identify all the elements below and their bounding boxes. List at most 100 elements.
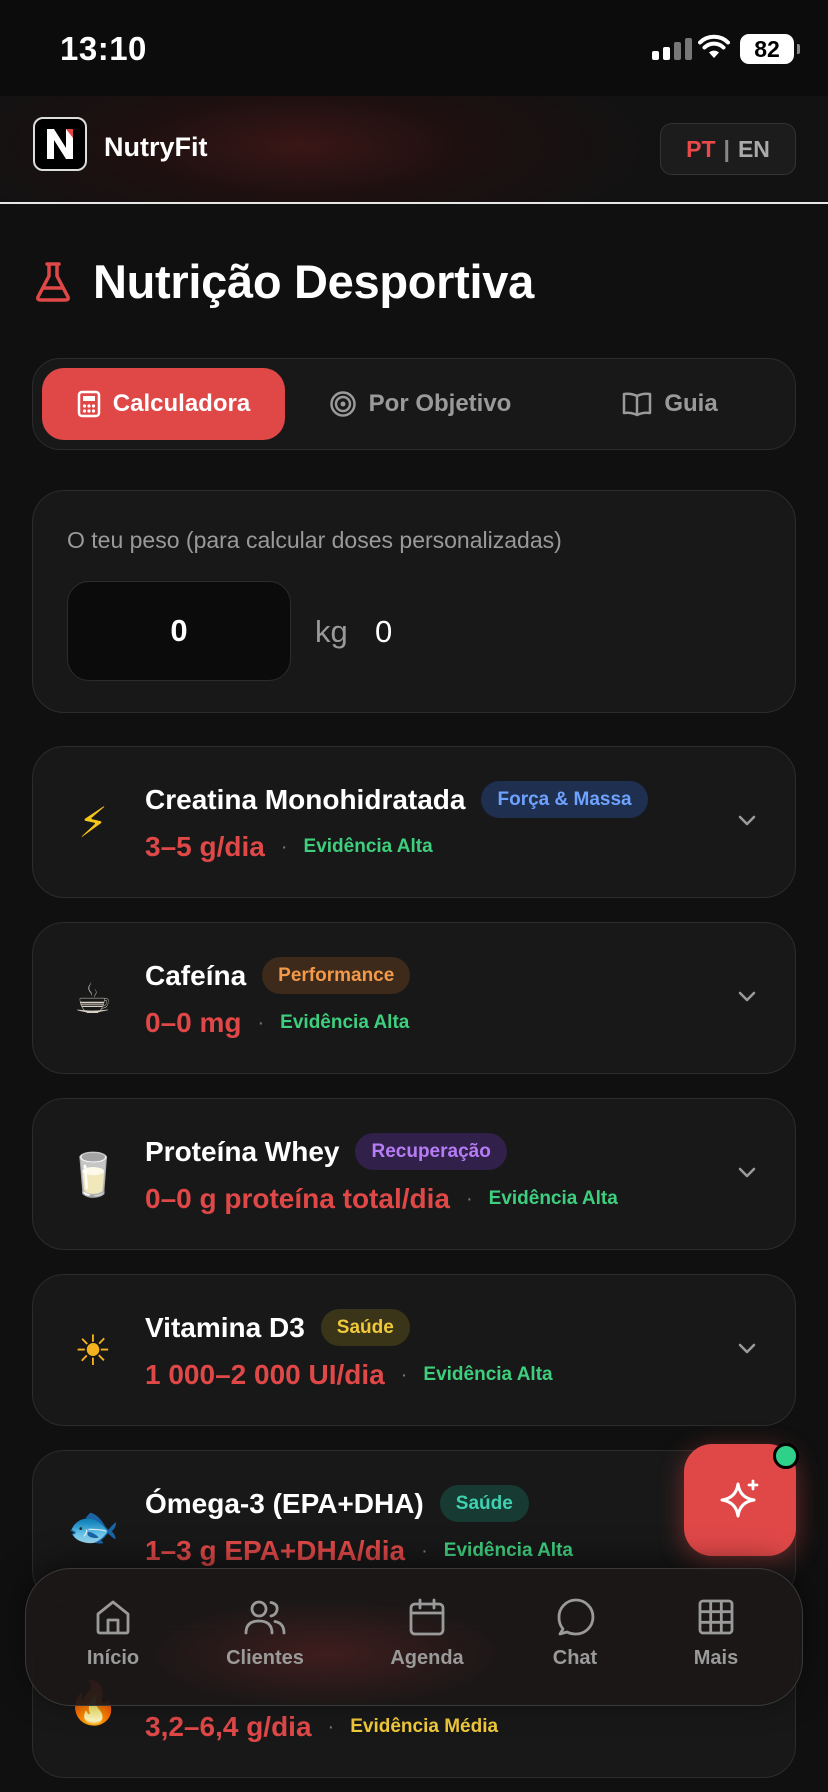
supplement-dose-row: 1 000–2 000 UI/dia · Evidência Alta — [145, 1359, 553, 1391]
supplement-title-row: Creatina Monohidratada Força & Massa — [145, 781, 648, 818]
nav-mais[interactable]: Mais — [651, 1597, 781, 1670]
separator-dot: · — [327, 1715, 335, 1738]
battery-indicator: 82 — [740, 34, 800, 64]
nav-label: Início — [86, 1647, 140, 1669]
supplement-card[interactable]: ☀ Vitamina D3 Saúde 1 000–2 000 UI/dia ·… — [32, 1274, 796, 1426]
bottom-navigation: Início Clientes Agenda Chat Mais — [25, 1568, 803, 1709]
app-logo[interactable] — [33, 117, 87, 171]
book-icon — [623, 392, 652, 417]
supplement-card[interactable]: 🥛 Proteína Whey Recuperação 0–0 g proteí… — [32, 1098, 796, 1250]
evidence-level: Evidência Alta — [488, 1188, 618, 1209]
lang-pt[interactable]: PT — [686, 136, 715, 163]
category-badge: Recuperação — [355, 1133, 507, 1170]
supplement-name: Proteína Whey — [145, 1135, 340, 1167]
supplement-title-row: Vitamina D3 Saúde — [145, 1309, 410, 1346]
evidence-level: Evidência Alta — [443, 1540, 573, 1561]
evidence-level: Evidência Alta — [423, 1364, 553, 1385]
dose: 1–3 g EPA+DHA/dia — [145, 1535, 406, 1566]
supplement-card[interactable]: ☕ Cafeína Performance 0–0 mg · Evidência… — [32, 922, 796, 1074]
separator-dot: · — [400, 1363, 408, 1386]
cellular-signal-icon — [652, 38, 692, 60]
home-icon — [96, 1600, 130, 1635]
category-badge: Saúde — [320, 1309, 410, 1346]
status-time: 13:10 — [60, 30, 147, 67]
dose: 0–0 g proteína total/dia — [145, 1183, 450, 1214]
app-screen: 13:10 82 NutryFit PT | EN Nutrição Despo… — [0, 0, 828, 1792]
weight-unit: kg — [315, 614, 348, 649]
logo-n-icon — [47, 129, 73, 159]
weight-computed-value: 0 — [375, 614, 393, 649]
separator-dot: · — [257, 1011, 265, 1034]
separator-dot: · — [421, 1539, 428, 1562]
app-header: NutryFit PT | EN — [0, 96, 828, 204]
nav-label: Clientes — [226, 1647, 304, 1669]
users-icon — [244, 1600, 286, 1635]
nav-clientes[interactable]: Clientes — [200, 1597, 330, 1670]
weight-input[interactable] — [67, 581, 291, 681]
evidence-level: Evidência Alta — [303, 836, 433, 857]
calculator-icon — [77, 390, 101, 418]
nav-label: Mais — [693, 1647, 739, 1669]
coffee-icon: ☕ — [74, 974, 112, 1023]
weight-label: O teu peso (para calcular doses personal… — [67, 527, 562, 553]
supplement-dose-row: 1–3 g EPA+DHA/dia · Evidência Alta — [145, 1535, 573, 1567]
separator-dot: · — [280, 835, 288, 858]
supplement-name: Vitamina D3 — [145, 1311, 305, 1343]
status-bar: 13:10 82 — [0, 0, 828, 96]
page-title-row: Nutrição Desportiva — [33, 254, 534, 309]
nav-agenda[interactable]: Agenda — [362, 1597, 492, 1670]
lang-en[interactable]: EN — [738, 136, 770, 163]
supplement-title-row: Ómega-3 (EPA+DHA) Saúde — [145, 1485, 529, 1522]
chevron-down-icon[interactable] — [735, 1161, 759, 1185]
supplement-title-row: Proteína Whey Recuperação — [145, 1133, 507, 1170]
sun-icon: ☀ — [74, 1326, 112, 1375]
chevron-down-icon[interactable] — [735, 1337, 759, 1361]
separator-dot: · — [465, 1187, 473, 1210]
fish-icon: 🐟 — [67, 1502, 120, 1551]
supplement-name: Cafeína — [145, 959, 247, 991]
supplement-dose-row: 3–5 g/dia · Evidência Alta — [145, 831, 433, 863]
chevron-down-icon[interactable] — [735, 985, 759, 1009]
nav-chat[interactable]: Chat — [510, 1597, 640, 1670]
wifi-icon — [698, 34, 730, 58]
dose: 3–5 g/dia — [145, 831, 265, 862]
nav-inicio[interactable]: Início — [48, 1597, 178, 1670]
tab-calculadora[interactable]: Calculadora — [42, 368, 285, 440]
milk-glass-icon: 🥛 — [67, 1150, 120, 1199]
nav-label: Chat — [552, 1647, 598, 1669]
supplement-name: Creatina Monohidratada — [145, 783, 466, 815]
evidence-level: Evidência Alta — [280, 1012, 410, 1033]
tab-bar: Calculadora Por Objetivo Guia — [32, 358, 796, 450]
lang-separator: | — [723, 135, 730, 162]
sparkles-icon — [720, 1479, 759, 1518]
tab-guia[interactable]: Guia — [553, 368, 787, 440]
supplement-name: Ómega-3 (EPA+DHA) — [145, 1487, 424, 1519]
dose: 0–0 mg — [145, 1007, 242, 1038]
supplement-dose-row: 3,2–6,4 g/dia · Evidência Média — [145, 1711, 498, 1743]
supplement-title-row: Cafeína Performance — [145, 957, 411, 994]
weight-card: O teu peso (para calcular doses personal… — [32, 490, 796, 713]
page-title: Nutrição Desportiva — [93, 255, 534, 308]
nav-label: Agenda — [390, 1647, 464, 1669]
category-badge: Performance — [262, 957, 411, 994]
evidence-level: Evidência Média — [350, 1716, 499, 1737]
supplement-dose-row: 0–0 g proteína total/dia · Evidência Alt… — [145, 1183, 618, 1215]
language-switch[interactable]: PT | EN — [660, 123, 796, 175]
tab-label: Guia — [664, 390, 718, 417]
tab-label: Por Objetivo — [368, 390, 512, 417]
category-badge: Saúde — [439, 1485, 529, 1522]
notification-dot — [773, 1443, 799, 1469]
tab-label: Calculadora — [112, 390, 251, 417]
lightning-icon: ⚡ — [78, 798, 108, 847]
app-name: NutryFit — [104, 132, 208, 162]
flask-icon — [36, 261, 70, 302]
dose: 1 000–2 000 UI/dia — [145, 1359, 385, 1390]
supplement-card[interactable]: ⚡ Creatina Monohidratada Força & Massa 3… — [32, 746, 796, 898]
target-icon — [329, 391, 356, 417]
tab-por-objetivo[interactable]: Por Objetivo — [295, 368, 545, 440]
chevron-down-icon[interactable] — [735, 809, 759, 833]
dose: 3,2–6,4 g/dia — [145, 1711, 312, 1742]
category-badge: Força & Massa — [481, 781, 648, 818]
supplement-dose-row: 0–0 mg · Evidência Alta — [145, 1007, 409, 1039]
grid-icon — [698, 1599, 734, 1635]
